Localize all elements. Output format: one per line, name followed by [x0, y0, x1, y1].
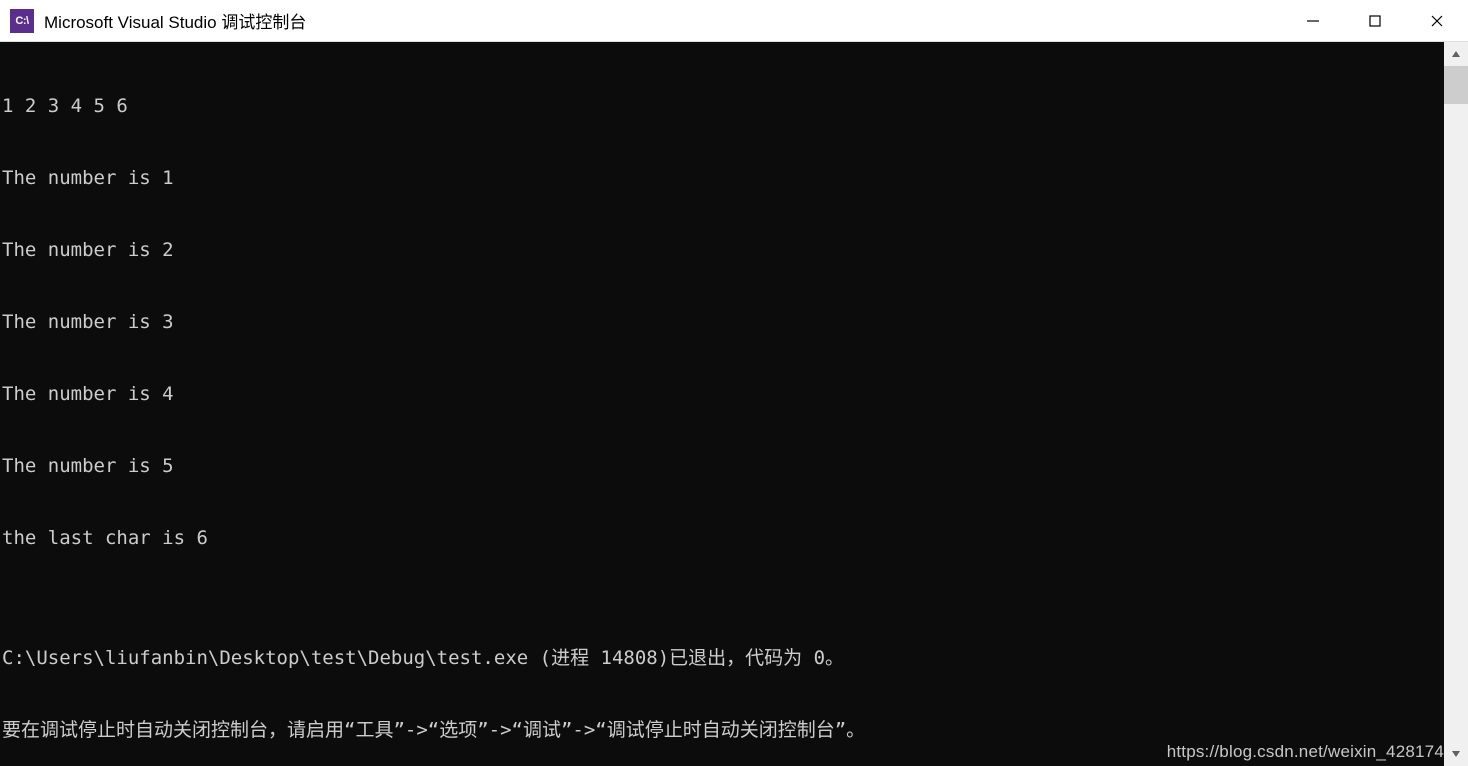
console-line: 要在调试停止时自动关闭控制台，请启用“工具”->“选项”->“调试”->“调试停… — [2, 718, 1466, 742]
scrollbar-track-gap[interactable] — [1444, 104, 1468, 742]
close-button[interactable] — [1406, 0, 1468, 41]
scrollbar-up-arrow-icon[interactable] — [1444, 42, 1468, 66]
minimize-icon — [1306, 14, 1320, 28]
vertical-scrollbar[interactable] — [1444, 42, 1468, 766]
close-icon — [1430, 14, 1444, 28]
console-line: The number is 1 — [2, 166, 1466, 190]
console-line: The number is 3 — [2, 310, 1466, 334]
titlebar[interactable]: C:\ Microsoft Visual Studio 调试控制台 — [0, 0, 1468, 42]
console-line: The number is 4 — [2, 382, 1466, 406]
console-line: The number is 2 — [2, 238, 1466, 262]
scrollbar-down-arrow-icon[interactable] — [1444, 742, 1468, 766]
console-line: 1 2 3 4 5 6 — [2, 94, 1466, 118]
console-line: The number is 5 — [2, 454, 1466, 478]
console-line: C:\Users\liufanbin\Desktop\test\Debug\te… — [2, 646, 1466, 670]
console-output[interactable]: 1 2 3 4 5 6 The number is 1 The number i… — [0, 42, 1468, 766]
window-title: Microsoft Visual Studio 调试控制台 — [44, 8, 306, 33]
maximize-button[interactable] — [1344, 0, 1406, 41]
window-controls — [1282, 0, 1468, 41]
vs-console-icon: C:\ — [10, 9, 34, 33]
console-line: the last char is 6 — [2, 526, 1466, 550]
maximize-icon — [1368, 14, 1382, 28]
watermark-text: https://blog.csdn.net/weixin_428174 — [1167, 742, 1444, 762]
minimize-button[interactable] — [1282, 0, 1344, 41]
scrollbar-thumb[interactable] — [1444, 66, 1468, 104]
